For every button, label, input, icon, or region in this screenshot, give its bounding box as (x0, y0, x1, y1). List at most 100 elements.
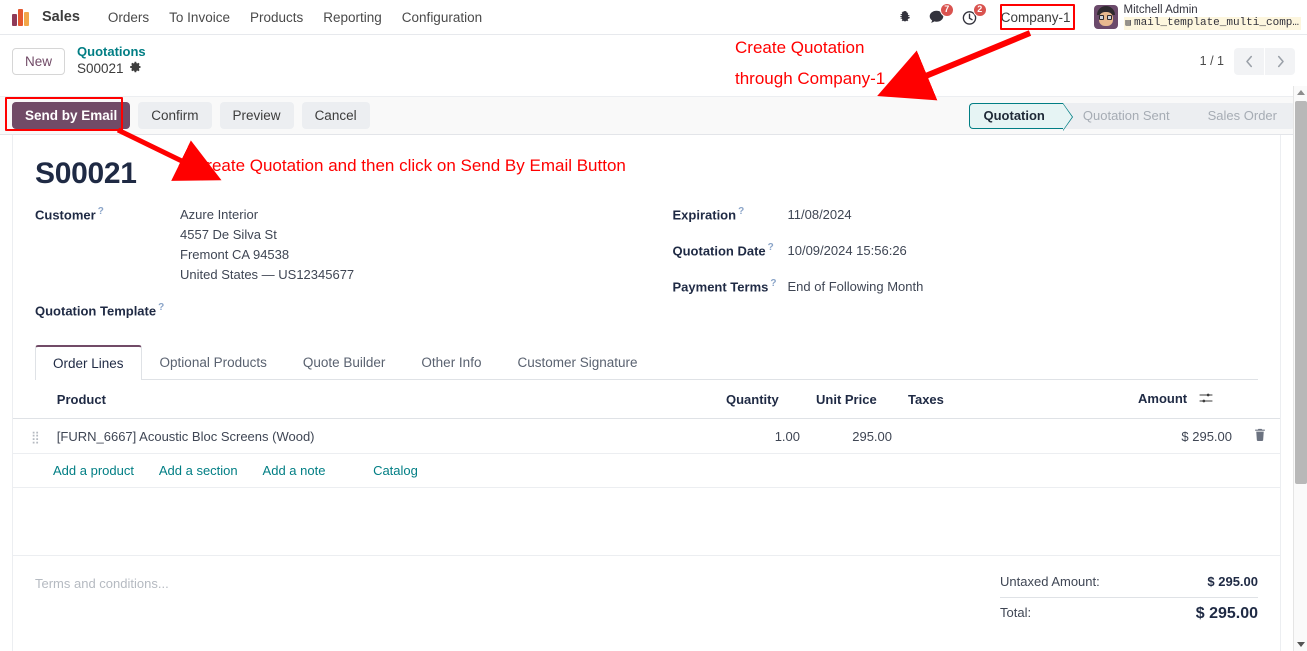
status-stage-sales-order[interactable]: Sales Order (1187, 102, 1295, 129)
field-quotation-date: Quotation Date? 10/09/2024 15:56:26 (673, 241, 1259, 261)
company-switcher[interactable]: Company-1 (992, 7, 1080, 28)
vertical-scrollbar[interactable] (1293, 86, 1307, 651)
order-lines-table-wrapper: Product Quantity Unit Price Taxes Amount (13, 380, 1280, 557)
column-delete (1240, 380, 1280, 420)
untaxed-amount-value: $ 295.00 (1207, 574, 1258, 590)
new-button[interactable]: New (12, 47, 66, 75)
tab-quote-builder[interactable]: Quote Builder (285, 345, 404, 380)
field-quotation-template: Quotation Template? (35, 301, 647, 318)
pager-next-button[interactable] (1265, 47, 1295, 75)
database-icon: ▤ (1125, 18, 1131, 29)
sheet-footer: Terms and conditions... Untaxed Amount: … (13, 556, 1280, 625)
form-column-right: Expiration? 11/08/2024 Quotation Date? 1… (647, 205, 1259, 334)
user-menu[interactable]: Mitchell Admin ▤ mail_template_multi_com… (1123, 4, 1301, 30)
notebook-tabs: Order Lines Optional Products Quote Buil… (35, 344, 1258, 381)
notebook: Order Lines Optional Products Quote Buil… (13, 344, 1280, 557)
help-tooltip-icon[interactable]: ? (768, 242, 774, 253)
help-tooltip-icon[interactable]: ? (738, 206, 744, 217)
messages-icon[interactable]: 7 (928, 2, 954, 26)
nav-menu-configuration[interactable]: Configuration (392, 5, 492, 30)
row-quantity[interactable]: 1.00 (718, 418, 808, 455)
table-row[interactable]: ⣿ [FURN_6667] Acoustic Bloc Screens (Woo… (13, 418, 1280, 455)
column-options-icon[interactable] (1199, 393, 1213, 407)
row-taxes[interactable] (900, 418, 1130, 455)
form-sheet: S00021 Customer? Azure Interior 4557 De … (12, 135, 1281, 651)
avatar[interactable] (1093, 5, 1118, 29)
row-drag-handle[interactable]: ⣿ (13, 418, 49, 455)
table-empty-filler (13, 487, 1280, 557)
add-a-product-link[interactable]: Add a product (53, 463, 134, 478)
column-unit-price: Unit Price (808, 380, 900, 420)
send-by-email-button[interactable]: Send by Email (12, 102, 131, 129)
untaxed-amount-line: Untaxed Amount: $ 295.00 (1000, 572, 1258, 591)
nav-menu-orders[interactable]: Orders (98, 5, 159, 30)
customer-country: United States — US12345677 (180, 267, 355, 283)
field-expiration-value[interactable]: 11/08/2024 (788, 205, 852, 225)
gear-icon[interactable] (129, 61, 142, 77)
nav-menu-to-invoice[interactable]: To Invoice (159, 5, 240, 30)
odoo-logo-icon[interactable] (12, 8, 30, 26)
systray: 7 2 Company-1 Mitchell Admin ▤ mail_temp… (890, 0, 1307, 34)
confirm-button[interactable]: Confirm (138, 102, 212, 129)
drag-handle-icon[interactable]: ⣿ (31, 430, 41, 444)
field-payment-terms-label: Payment Terms? (672, 278, 777, 295)
column-amount: Amount (1130, 380, 1240, 420)
cancel-button[interactable]: Cancel (301, 102, 370, 129)
status-stage-quotation[interactable]: Quotation (968, 102, 1074, 131)
field-expiration-label: Expiration? (672, 206, 745, 223)
nav-app-name[interactable]: Sales (40, 5, 82, 29)
activities-badge: 2 (972, 2, 987, 17)
customer-street: 4557 De Silva St (180, 227, 277, 243)
row-amount: $ 295.00 (1130, 418, 1240, 455)
field-payment-terms: Payment Terms? End of Following Month (673, 277, 1259, 297)
table-header-row: Product Quantity Unit Price Taxes Amount (13, 380, 1280, 420)
help-tooltip-icon[interactable]: ? (98, 206, 104, 217)
tab-customer-signature[interactable]: Customer Signature (499, 345, 655, 380)
odoo-sales-quotation-form: Sales Orders To Invoice Products Reporti… (0, 0, 1307, 651)
field-customer-value[interactable]: Azure Interior 4557 De Silva St Fremont … (180, 205, 354, 285)
total-value: $ 295.00 (1195, 605, 1258, 623)
terms-and-conditions-input[interactable]: Terms and conditions... (35, 572, 1000, 625)
row-product[interactable]: [FURN_6667] Acoustic Bloc Screens (Wood) (48, 418, 718, 455)
breadcrumb-quotations[interactable]: Quotations (77, 44, 146, 60)
totals-block: Untaxed Amount: $ 295.00 Total: $ 295.00 (1000, 572, 1258, 625)
order-lines-body: ⣿ [FURN_6667] Acoustic Bloc Screens (Woo… (13, 418, 1280, 557)
row-delete-cell (1240, 418, 1280, 455)
database-name: ▤ mail_template_multi_comp… (1123, 17, 1301, 30)
catalog-link[interactable]: Catalog (373, 463, 418, 478)
breadcrumb-current: S00021 (77, 61, 146, 78)
status-bar: Quotation Quotation Sent Sales Order (968, 102, 1295, 131)
add-a-section-link[interactable]: Add a section (159, 463, 238, 478)
add-a-note-link[interactable]: Add a note (263, 463, 326, 478)
help-tooltip-icon[interactable]: ? (770, 278, 776, 289)
add-links-cell: Add a product Add a section Add a note C… (13, 453, 1280, 489)
scroll-down-arrow[interactable] (1297, 642, 1305, 647)
field-quotation-date-value[interactable]: 10/09/2024 15:56:26 (788, 241, 907, 261)
tab-order-lines[interactable]: Order Lines (35, 345, 142, 381)
help-tooltip-icon[interactable]: ? (158, 302, 164, 313)
total-label: Total: (1000, 605, 1032, 621)
field-quotation-template-label: Quotation Template? (35, 302, 165, 319)
tab-other-info[interactable]: Other Info (403, 345, 499, 380)
nav-menu-reporting[interactable]: Reporting (313, 5, 392, 30)
preview-button[interactable]: Preview (219, 102, 294, 129)
bug-icon[interactable] (898, 10, 912, 24)
order-lines-header: Product Quantity Unit Price Taxes Amount (13, 380, 1280, 420)
column-product: Product (48, 380, 718, 420)
scroll-thumb[interactable] (1295, 101, 1307, 484)
form-fields: Customer? Azure Interior 4557 De Silva S… (35, 205, 1258, 334)
trash-icon[interactable] (1254, 429, 1266, 444)
scroll-up-arrow[interactable] (1297, 90, 1305, 95)
customer-city: Fremont CA 94538 (180, 247, 290, 263)
order-lines-table: Product Quantity Unit Price Taxes Amount (13, 380, 1280, 557)
column-quantity: Quantity (718, 380, 808, 420)
activities-icon[interactable]: 2 (961, 2, 987, 26)
pager-previous-button[interactable] (1234, 47, 1264, 75)
tab-optional-products[interactable]: Optional Products (142, 345, 285, 380)
row-unit-price[interactable]: 295.00 (808, 418, 900, 455)
nav-menu-products[interactable]: Products (240, 5, 313, 30)
field-customer: Customer? Azure Interior 4557 De Silva S… (35, 205, 647, 285)
field-payment-terms-value[interactable]: End of Following Month (788, 277, 924, 297)
status-stage-quotation-sent[interactable]: Quotation Sent (1062, 102, 1197, 129)
customer-name: Azure Interior (180, 207, 259, 222)
